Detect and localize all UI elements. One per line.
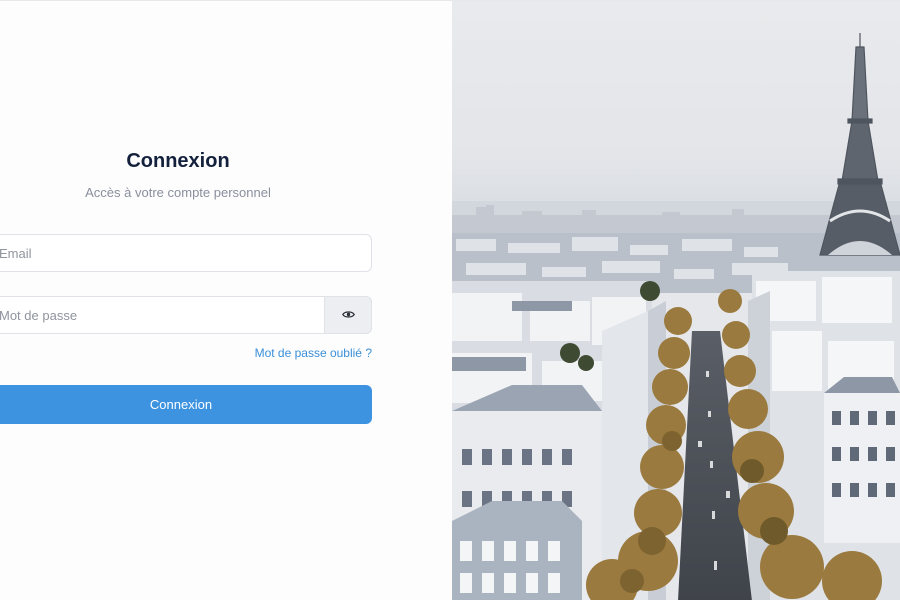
page-title: Connexion [126,150,230,172]
email-field-wrapper [0,234,372,272]
page-subtitle: Accès à votre compte personnel [85,185,271,200]
toggle-password-button[interactable] [324,296,372,334]
email-field[interactable] [0,235,371,271]
login-submit-button[interactable]: Connexion [0,385,372,424]
forgot-password-link[interactable]: Mot de passe oublié ? [255,346,372,360]
paris-cityscape-image [452,1,900,600]
login-panel: Connexion Accès à votre compte personnel… [0,1,452,600]
hero-image [452,1,900,600]
eye-icon [341,306,355,324]
password-field[interactable] [0,297,325,333]
login-page: Connexion Accès à votre compte personnel… [0,0,900,600]
password-field-wrapper [0,296,372,334]
